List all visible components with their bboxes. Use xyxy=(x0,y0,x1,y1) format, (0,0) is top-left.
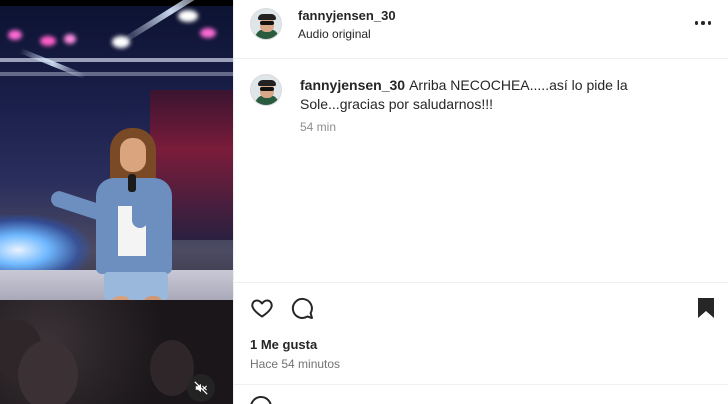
stage-light xyxy=(8,30,22,40)
post-timestamp: Hace 54 minutos xyxy=(250,357,341,371)
speaker-muted-icon xyxy=(194,381,208,395)
more-options-button[interactable] xyxy=(689,13,717,33)
comment-time[interactable]: 54 min xyxy=(300,120,336,134)
stage-light xyxy=(200,28,216,38)
like-button[interactable] xyxy=(248,294,276,322)
author-username[interactable]: fannyjensen_30 xyxy=(298,8,396,23)
caption-comment: fannyjensen_30 Arriba NECOCHEA.....así lo… xyxy=(300,76,700,114)
microphone xyxy=(128,174,136,192)
comment-username[interactable]: fannyjensen_30 xyxy=(300,77,405,93)
stage-light xyxy=(40,36,56,46)
stage-truss xyxy=(0,72,233,76)
heart-icon xyxy=(251,299,273,318)
stage-light xyxy=(64,34,76,44)
more-horizontal-icon xyxy=(694,21,699,25)
light-beam xyxy=(118,0,224,46)
stage-light xyxy=(178,10,198,22)
mute-button[interactable] xyxy=(187,374,215,402)
video-top-edge xyxy=(0,0,233,6)
comment-button[interactable] xyxy=(288,294,316,322)
save-button[interactable] xyxy=(692,294,720,322)
actions-divider xyxy=(234,282,728,283)
author-avatar[interactable] xyxy=(250,8,282,40)
more-horizontal-icon-dot xyxy=(707,21,712,25)
more-horizontal-icon-dot xyxy=(701,21,705,25)
post-video[interactable] xyxy=(0,0,233,404)
comment-avatar[interactable] xyxy=(250,74,282,106)
post-details-panel: fannyjensen_30 Audio original fannyjense… xyxy=(233,0,728,404)
emoji-icon[interactable] xyxy=(250,396,272,404)
comment-icon xyxy=(291,297,313,319)
audio-link[interactable]: Audio original xyxy=(298,27,371,41)
header-divider xyxy=(234,58,728,59)
footer-divider xyxy=(234,384,728,385)
bookmark-icon xyxy=(698,298,714,318)
like-count[interactable]: 1 Me gusta xyxy=(250,337,317,352)
